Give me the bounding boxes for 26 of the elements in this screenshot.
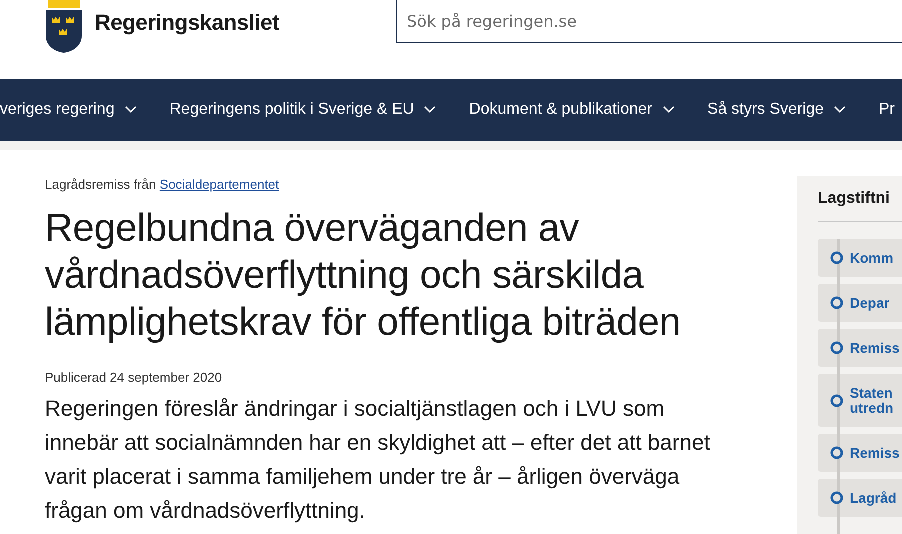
department-link[interactable]: Socialdepartementet	[160, 177, 280, 192]
ring-icon	[830, 491, 844, 505]
process-step[interactable]: Remiss	[818, 434, 902, 472]
process-step[interactable]: Lagråd	[818, 479, 902, 517]
crest-logo[interactable]	[45, 0, 83, 53]
breadcrumb: Lagrådsremiss från Socialdepartementet	[45, 177, 280, 192]
nav-item[interactable]: Så styrs Sverige	[708, 101, 846, 119]
ring-icon	[830, 394, 844, 408]
ring-icon	[830, 251, 844, 265]
ring-icon	[830, 296, 844, 310]
process-step[interactable]: Staten utredn	[818, 374, 902, 427]
nav-item[interactable]: Regeringens politik i Sverige & EU	[170, 101, 436, 119]
article-title: Regelbundna överväganden av vårdnadsöverflyttning och särskilda lämplighetskrav för offentliga biträden	[45, 206, 682, 346]
process-step[interactable]: Komm	[818, 239, 902, 277]
sidebar-title: Lagstiftni	[818, 190, 902, 222]
publish-date: Publicerad 24 september 2020	[45, 370, 224, 385]
ring-icon	[830, 446, 844, 460]
process-step[interactable]: Remiss	[818, 329, 902, 367]
nav-item[interactable]: Dokument & publikationer	[469, 101, 675, 119]
lead-paragraph: Regeringen föreslår ändringar i socialtjänstlagen och i LVU som innebär att socialnämnden har en skyldighet att – efter det att barnet varit placerat i samma familjehem under tre år – årligen överväga frågan om vårdnadsöverflyttning.	[45, 395, 712, 525]
site-name[interactable]: Regeringskansliet	[95, 10, 280, 36]
ring-icon	[830, 341, 844, 355]
nav-item[interactable]: Pr	[879, 101, 895, 119]
search-field[interactable]: Sök på regeringen.se	[396, 0, 902, 43]
nav-item[interactable]: veriges regering	[0, 101, 137, 119]
process-step[interactable]: Depar	[818, 284, 902, 322]
